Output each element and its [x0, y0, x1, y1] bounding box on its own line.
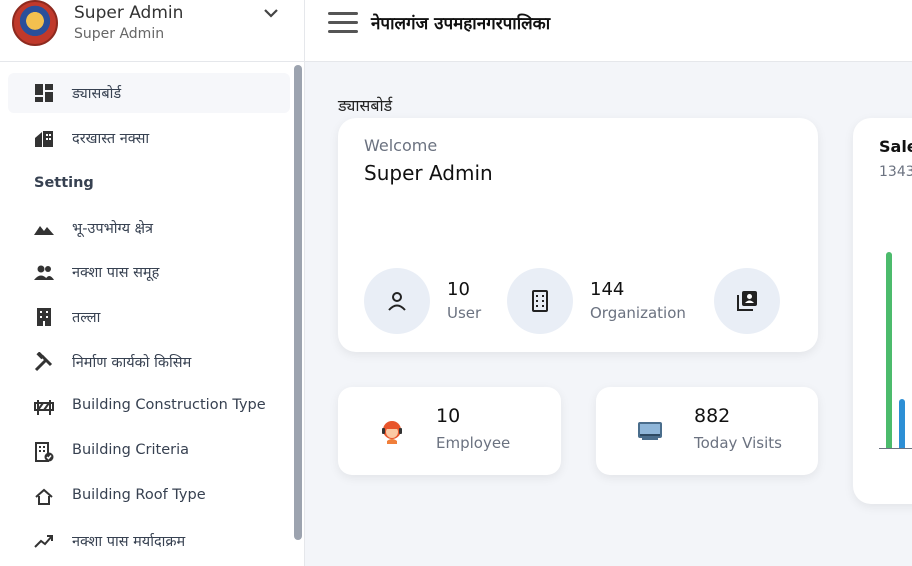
user-icon	[388, 292, 406, 311]
organization-label: Organization	[590, 304, 686, 322]
trending-icon	[34, 535, 53, 548]
sidebar-item-map-pass-hierarchy[interactable]: नक्शा पास मर्यादाक्रम	[8, 521, 290, 561]
profile-header[interactable]: Super Admin Super Admin	[0, 0, 304, 62]
sidebar-item-building-construction-type[interactable]: Building Construction Type	[8, 387, 290, 427]
sidebar-item-building-roof-type[interactable]: Building Roof Type	[8, 477, 290, 517]
organization-stat-circle	[507, 268, 573, 334]
profile-role: Super Admin	[74, 26, 165, 42]
visits-count: 882	[694, 405, 731, 427]
contact-icon	[737, 291, 757, 311]
building-icon	[37, 308, 51, 326]
sales-card: Sale 1343	[853, 118, 912, 504]
welcome-label: Welcome	[364, 136, 438, 155]
construction-icon	[34, 400, 54, 415]
avatar	[12, 0, 58, 46]
today-visits-card[interactable]: 882 Today Visits	[596, 387, 818, 475]
sales-bar-blue	[899, 399, 905, 448]
tools-icon	[34, 352, 53, 372]
sidebar-item-label: भू-उपभोग्य क्षेत्र	[72, 221, 154, 237]
roof-icon	[35, 488, 53, 505]
user-stat-circle	[364, 268, 430, 334]
municipality-title: नेपालगंज उपमहानगरपालिका	[371, 14, 551, 34]
organization-count: 144	[590, 279, 625, 300]
sidebar-item-map-group[interactable]: नक्शा पास समूह	[8, 252, 290, 292]
sidebar: Super Admin Super Admin ड्यासबोर्ड दरखास…	[0, 0, 305, 566]
sidebar-item-label: नक्शा पास मर्यादाक्रम	[72, 534, 186, 550]
sales-title: Sale	[879, 137, 912, 156]
sidebar-item-label: नक्शा पास समूह	[72, 265, 160, 281]
page-title: ड्यासबोर्ड	[338, 96, 393, 115]
dashboard-icon	[35, 84, 53, 102]
landscape-icon	[34, 226, 54, 235]
sidebar-item-application-map[interactable]: दरखास्त नक्सा	[8, 118, 290, 158]
top-bar: नेपालगंज उपमहानगरपालिका	[305, 0, 912, 62]
organization-icon	[532, 290, 548, 312]
user-count: 10	[447, 279, 470, 300]
sidebar-item-label: Building Criteria	[72, 442, 190, 458]
sidebar-item-label: दरखास्त नक्सा	[72, 131, 150, 147]
sales-axis	[879, 448, 912, 449]
sidebar-item-label: निर्माण कार्यको किसिम	[72, 355, 192, 371]
contact-stat-circle[interactable]	[714, 268, 780, 334]
sidebar-item-building-criteria[interactable]: Building Criteria	[8, 432, 290, 472]
sales-subtitle: 1343	[879, 164, 912, 180]
visits-label: Today Visits	[694, 434, 782, 452]
welcome-name: Super Admin	[364, 161, 493, 185]
employee-label: Employee	[436, 434, 511, 452]
sidebar-item-label: ड्यासबोर्ड	[72, 86, 122, 102]
sales-bar-green	[886, 252, 892, 448]
menu-toggle-icon[interactable]	[328, 12, 358, 34]
employee-count: 10	[436, 405, 461, 427]
welcome-card: Welcome Super Admin 10 User 144 Organiza…	[338, 118, 818, 352]
sidebar-item-label: तल्ला	[72, 310, 101, 326]
sidebar-item-label: Building Roof Type	[72, 487, 206, 503]
user-label: User	[447, 304, 482, 322]
sidebar-item-construction-work-type[interactable]: निर्माण कार्यको किसिम	[8, 342, 290, 382]
criteria-icon	[35, 442, 54, 462]
sidebar-section-setting: Setting	[34, 175, 94, 191]
employee-icon	[382, 421, 402, 444]
sidebar-item-land-use[interactable]: भू-उपभोग्य क्षेत्र	[8, 208, 290, 248]
profile-name: Super Admin	[74, 3, 184, 23]
computer-icon	[638, 422, 662, 440]
sidebar-item-floor[interactable]: तल्ला	[8, 297, 290, 337]
sidebar-item-label: Building Construction Type	[72, 397, 266, 413]
chevron-down-icon[interactable]	[262, 6, 280, 20]
house-icon	[35, 131, 53, 147]
sidebar-scrollbar-thumb[interactable]	[294, 65, 302, 540]
sidebar-item-dashboard[interactable]: ड्यासबोर्ड	[8, 73, 290, 113]
employee-card[interactable]: 10 Employee	[338, 387, 561, 475]
group-icon	[34, 265, 54, 280]
